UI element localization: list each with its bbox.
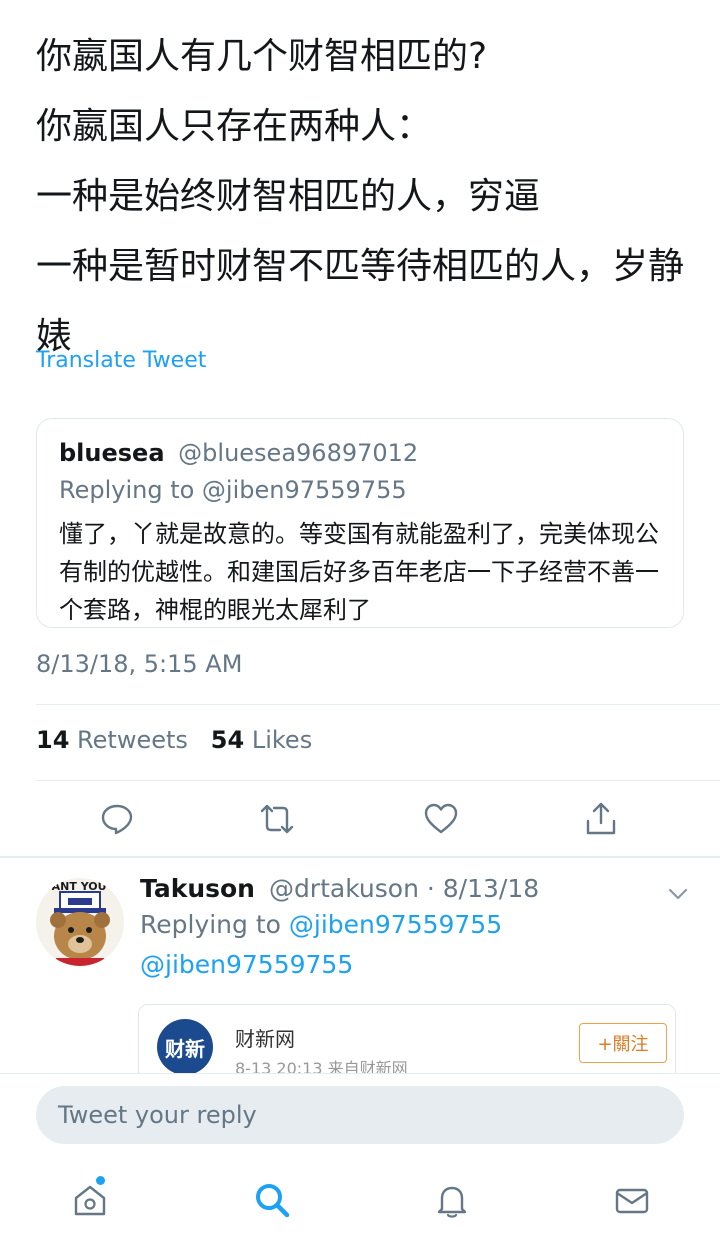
reply-tweet[interactable]: WANT YOU Takuson @drtakuson · 8/13/18 Re…	[0, 858, 720, 1073]
tab-messages[interactable]	[608, 1176, 656, 1224]
replying-handle-link[interactable]: @jiben97559755	[289, 910, 502, 939]
translate-tweet-link[interactable]: Translate Tweet	[36, 348, 206, 373]
tweet-actions	[36, 796, 684, 842]
reply-mention-link[interactable]: @jiben97559755	[140, 948, 353, 982]
avatar-text: WANT YOU	[40, 880, 107, 893]
retweet-icon	[260, 804, 294, 834]
follow-button[interactable]: +關注	[579, 1023, 667, 1063]
divider	[36, 704, 720, 705]
likes-label: Likes	[251, 726, 313, 754]
reply-composer: Tweet your reply	[0, 1073, 720, 1243]
tab-home[interactable]	[66, 1176, 114, 1224]
quoted-tweet[interactable]: bluesea @bluesea96897012 Replying to @ji…	[36, 418, 684, 628]
reply-button[interactable]	[94, 796, 140, 842]
share-button[interactable]	[578, 796, 624, 842]
search-icon	[256, 1184, 290, 1218]
tweet-line: 你嬴国人只存在两种人：	[36, 106, 433, 147]
chevron-down-icon	[668, 888, 688, 900]
bottom-tab-bar	[0, 1176, 720, 1232]
like-icon	[424, 803, 458, 834]
reply-handle-date: @drtakuson · 8/13/18	[268, 874, 540, 903]
home-icon	[74, 1185, 106, 1216]
quoted-author-handle: @bluesea96897012	[178, 439, 419, 467]
likes-stat[interactable]: 54 Likes	[211, 726, 312, 754]
tweet-text: 你嬴国人有几个财智相匹的? 你嬴国人只存在两种人： 一种是始终财智相匹的人，穷逼…	[36, 22, 696, 372]
quoted-replying-to: Replying to @jiben97559755	[59, 476, 407, 504]
reply-header: Takuson @drtakuson · 8/13/18	[140, 872, 539, 906]
tweet-line: 你嬴国人有几个财智相匹的?	[36, 36, 488, 77]
more-options-button[interactable]	[664, 880, 692, 908]
retweets-count: 14	[36, 726, 70, 754]
notifications-icon	[437, 1186, 467, 1218]
reply-input[interactable]: Tweet your reply	[36, 1086, 684, 1144]
embedded-card[interactable]: 财新 财新网 8-13 20:13 来自财新网 +關注	[138, 1004, 676, 1073]
tweet-timestamp: 8/13/18, 5:15 AM	[36, 650, 243, 678]
embed-meta: 8-13 20:13 来自财新网	[235, 1059, 408, 1073]
notification-dot	[96, 1176, 105, 1185]
caixin-logo: 财新	[157, 1019, 213, 1073]
tab-search[interactable]	[248, 1176, 296, 1224]
like-button[interactable]	[418, 796, 464, 842]
divider	[36, 780, 720, 781]
quoted-tweet-text: 懂了，丫就是故意的。等变国有就能盈利了，完美体现公有制的优越性。和建国后好多百年…	[59, 520, 659, 624]
likes-count: 54	[210, 726, 245, 754]
retweets-label: Retweets	[77, 726, 188, 754]
messages-icon	[615, 1188, 649, 1214]
quoted-tweet-header: bluesea @bluesea96897012	[59, 437, 661, 469]
embed-account-name: 财新网	[235, 1027, 295, 1051]
share-icon	[586, 802, 616, 835]
tweet-stats: 14 Retweets 54 Likes	[36, 726, 312, 754]
tab-notifications[interactable]	[428, 1176, 476, 1224]
retweets-stat[interactable]: 14 Retweets	[36, 726, 188, 754]
avatar[interactable]: WANT YOU	[36, 878, 124, 966]
reply-author-name: Takuson	[140, 874, 255, 903]
tweet-line: 一种是始终财智相匹的人，穷逼	[36, 176, 541, 217]
replying-prefix: Replying to	[140, 910, 289, 939]
retweet-button[interactable]	[254, 796, 300, 842]
caixin-logo-text: 财新	[165, 1036, 205, 1061]
reply-replying-to: Replying to @jiben97559755	[140, 908, 502, 942]
quoted-author-name: bluesea	[59, 439, 165, 467]
reply-icon	[101, 804, 133, 835]
